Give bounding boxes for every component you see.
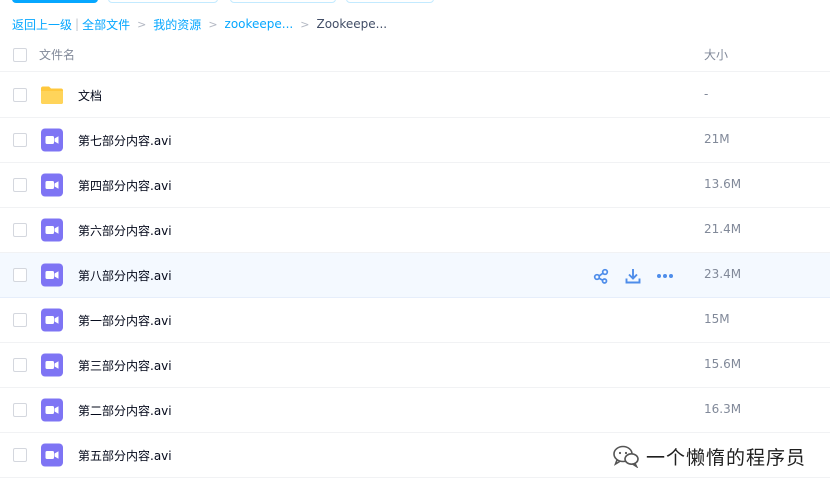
new-folder-button[interactable]: [108, 0, 218, 3]
breadcrumb-chevron-icon: >: [208, 17, 218, 31]
table-row[interactable]: 第一部分内容.avi 15M: [0, 298, 830, 343]
select-all-checkbox[interactable]: [13, 48, 27, 62]
table-row[interactable]: 第三部分内容.avi 15.6M: [0, 343, 830, 388]
row-actions: [592, 266, 674, 286]
row-checkbox[interactable]: [13, 268, 27, 282]
breadcrumb-item-zookeeper[interactable]: zookeepe...: [225, 17, 294, 31]
video-file-icon: [41, 398, 63, 422]
breadcrumb-item-my-resources[interactable]: 我的资源: [153, 16, 201, 33]
file-name[interactable]: 第二部分内容.avi: [78, 402, 172, 419]
breadcrumb-divider: |: [75, 17, 80, 31]
table-header: 文件名 大小: [0, 38, 830, 72]
folder-icon: [41, 86, 63, 104]
more-tools-button[interactable]: [346, 0, 434, 3]
video-file-icon: [41, 308, 63, 332]
table-row[interactable]: 第四部分内容.avi 13.6M: [0, 163, 830, 208]
file-name[interactable]: 第四部分内容.avi: [78, 177, 172, 194]
toolbar: [0, 0, 830, 6]
breadcrumb-item-all-files[interactable]: 全部文件: [82, 16, 130, 33]
file-size: 23.4M: [704, 267, 742, 281]
row-checkbox[interactable]: [13, 178, 27, 192]
table-row[interactable]: 第七部分内容.avi 21M: [0, 118, 830, 163]
breadcrumb-current: Zookeepe...: [316, 17, 388, 31]
table-row[interactable]: 第六部分内容.avi 21.4M: [0, 208, 830, 253]
file-size: 16.3M: [704, 402, 742, 416]
table-row[interactable]: 第八部分内容.avi 23.4M: [0, 253, 830, 298]
file-name[interactable]: 第八部分内容.avi: [78, 267, 172, 284]
file-size: 15M: [704, 312, 730, 326]
video-file-icon: [41, 443, 63, 467]
file-name[interactable]: 第五部分内容.avi: [78, 447, 172, 464]
file-name[interactable]: 第七部分内容.avi: [78, 132, 172, 149]
video-file-icon: [41, 128, 63, 152]
video-file-icon: [41, 353, 63, 377]
video-file-icon: [41, 263, 63, 287]
file-name[interactable]: 第一部分内容.avi: [78, 312, 172, 329]
breadcrumb-chevron-icon: >: [137, 17, 147, 31]
row-checkbox[interactable]: [13, 223, 27, 237]
upload-button[interactable]: [12, 0, 98, 3]
download-icon[interactable]: [624, 267, 642, 285]
row-checkbox[interactable]: [13, 358, 27, 372]
file-list: 文档 - 第七部分内容.avi 21M 第四部分内容.avi 13.6M 第六部…: [0, 73, 830, 478]
row-checkbox[interactable]: [13, 403, 27, 417]
offline-download-button[interactable]: [230, 0, 336, 3]
breadcrumb-back-link[interactable]: 返回上一级: [12, 16, 72, 33]
more-icon[interactable]: [656, 267, 674, 285]
watermark: 一个懒惰的程序员: [612, 440, 806, 472]
table-row[interactable]: 文档 -: [0, 73, 830, 118]
column-header-size[interactable]: 大小: [704, 46, 728, 63]
row-checkbox[interactable]: [13, 448, 27, 462]
file-size: -: [704, 87, 709, 101]
breadcrumb: 返回上一级 | 全部文件 > 我的资源 > zookeepe... > Zook…: [12, 15, 387, 33]
watermark-text: 一个懒惰的程序员: [646, 446, 807, 469]
share-icon[interactable]: [592, 267, 610, 285]
video-file-icon: [41, 218, 63, 242]
wechat-icon: [613, 445, 639, 468]
file-size: 21M: [704, 132, 730, 146]
table-row[interactable]: 第二部分内容.avi 16.3M: [0, 388, 830, 433]
file-name[interactable]: 第三部分内容.avi: [78, 357, 172, 374]
file-size: 15.6M: [704, 357, 742, 371]
video-file-icon: [41, 173, 63, 197]
file-size: 21.4M: [704, 222, 742, 236]
row-checkbox[interactable]: [13, 133, 27, 147]
row-checkbox[interactable]: [13, 313, 27, 327]
row-checkbox[interactable]: [13, 88, 27, 102]
file-name[interactable]: 文档: [78, 87, 102, 104]
file-size: 13.6M: [704, 177, 742, 191]
column-header-name[interactable]: 文件名: [39, 46, 75, 63]
breadcrumb-chevron-icon: >: [300, 17, 310, 31]
file-name[interactable]: 第六部分内容.avi: [78, 222, 172, 239]
